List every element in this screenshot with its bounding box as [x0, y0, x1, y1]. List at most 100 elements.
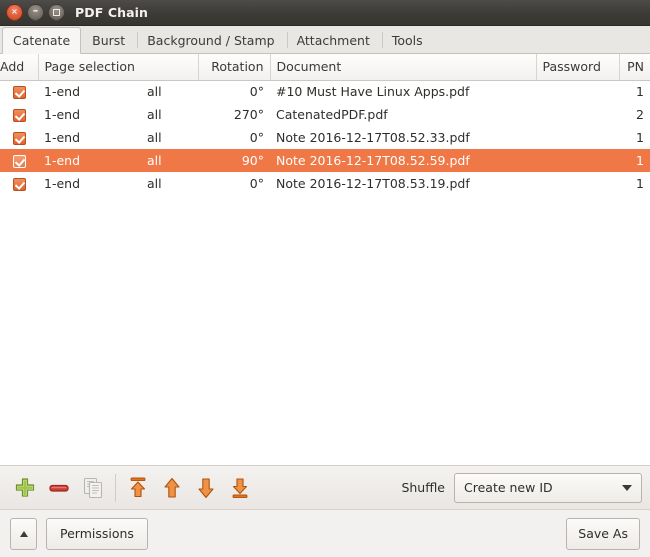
- cell-page-selection[interactable]: 1-end all: [38, 103, 198, 126]
- page-all-value: all: [147, 84, 162, 100]
- toolbar-separator: [115, 473, 116, 502]
- move-bottom-button[interactable]: [223, 471, 257, 505]
- cell-pn: 2: [636, 107, 644, 122]
- cell-add[interactable]: [0, 172, 38, 195]
- close-icon: ×: [11, 7, 18, 16]
- cell-pn: 1: [619, 149, 650, 172]
- move-down-button[interactable]: [189, 471, 223, 505]
- arrow-down-icon: [198, 477, 214, 498]
- document-table: Add Page selection Rotation Document Pas…: [0, 54, 650, 195]
- cell-rotation[interactable]: 0°: [198, 126, 270, 149]
- move-up-button[interactable]: [155, 471, 189, 505]
- save-as-button[interactable]: Save As: [566, 517, 640, 550]
- plus-icon: [15, 477, 35, 497]
- add-checkbox[interactable]: [12, 132, 26, 145]
- tab-label: Tools: [391, 32, 423, 48]
- tab-label: Burst: [92, 32, 126, 48]
- table-row-selected[interactable]: 1-end all 90° Note 2016-12-17T08.52.59.p…: [0, 149, 650, 172]
- column-header-password[interactable]: Password: [536, 54, 620, 81]
- tab-label: Catenate: [13, 33, 71, 48]
- cell-pn: 1: [636, 130, 644, 145]
- cell-document[interactable]: CatenatedPDF.pdf: [270, 103, 536, 126]
- window-controls: × –: [6, 4, 65, 21]
- cell-password[interactable]: [536, 103, 619, 126]
- add-checkbox[interactable]: [12, 155, 26, 168]
- cell-page-selection[interactable]: 1-end all: [38, 172, 198, 195]
- tab-attachment[interactable]: Attachment: [286, 26, 381, 53]
- caret-up-icon: [19, 530, 28, 537]
- minimize-button[interactable]: –: [27, 4, 44, 21]
- add-checkbox[interactable]: [12, 178, 26, 191]
- cell-rotation[interactable]: 270°: [198, 103, 270, 126]
- column-header-page[interactable]: Page selection: [38, 54, 199, 81]
- tab-background-stamp[interactable]: Background / Stamp: [136, 26, 285, 53]
- close-button[interactable]: ×: [6, 4, 23, 21]
- header-row: Add Page selection Rotation Document Pas…: [0, 54, 650, 81]
- column-header-rotation[interactable]: Rotation: [198, 54, 271, 81]
- arrow-up-icon: [164, 477, 180, 498]
- table-row[interactable]: 1-end all 0° Note 2016-12-17T08.53.19.pd…: [0, 172, 650, 195]
- tab-label: Background / Stamp: [147, 32, 275, 48]
- tab-burst[interactable]: Burst: [81, 26, 136, 53]
- add-file-button[interactable]: [8, 471, 42, 505]
- cell-password[interactable]: [536, 149, 619, 172]
- duplicate-pages-button[interactable]: [76, 471, 110, 505]
- go-bottom-icon: [232, 477, 248, 498]
- table-row[interactable]: 1-end all 0° #10 Must Have Linux Apps.pd…: [0, 80, 650, 103]
- page-selection-value: 1-end: [44, 153, 81, 168]
- page-selection-value: 1-end: [44, 130, 81, 145]
- remove-file-button[interactable]: [42, 471, 76, 505]
- cell-rotation[interactable]: 90°: [198, 149, 270, 172]
- copy-pages-icon: [83, 477, 103, 498]
- cell-document[interactable]: #10 Must Have Linux Apps.pdf: [270, 80, 536, 103]
- cell-document[interactable]: Note 2016-12-17T08.53.19.pdf: [270, 172, 536, 195]
- maximize-icon: [53, 9, 60, 16]
- cell-document[interactable]: Note 2016-12-17T08.52.59.pdf: [270, 149, 536, 172]
- window-title: PDF Chain: [75, 5, 149, 20]
- column-header-add[interactable]: Add: [0, 54, 39, 81]
- add-checkbox[interactable]: [12, 86, 26, 100]
- table-header: Add Page selection Rotation Document Pas…: [0, 54, 650, 81]
- tab-catenate[interactable]: Catenate: [2, 27, 82, 54]
- cell-rotation[interactable]: 0°: [198, 80, 270, 103]
- table-body: 1-end all 0° #10 Must Have Linux Apps.pd…: [0, 80, 650, 195]
- cell-add[interactable]: [0, 103, 38, 126]
- page-selection-value: 1-end: [44, 107, 81, 122]
- maximize-button[interactable]: [48, 4, 65, 21]
- page-all-value: all: [147, 130, 162, 145]
- title-bar: × – PDF Chain: [0, 0, 650, 26]
- save-as-label: Save As: [578, 526, 628, 541]
- tab-label: Attachment: [296, 32, 370, 48]
- cell-add[interactable]: [0, 126, 38, 149]
- cell-password[interactable]: [536, 80, 619, 103]
- document-list[interactable]: Add Page selection Rotation Document Pas…: [0, 54, 650, 466]
- table-row[interactable]: 1-end all 270° CatenatedPDF.pdf 2: [0, 103, 650, 126]
- tab-bar: Catenate Burst Background / Stamp Attach…: [0, 26, 650, 54]
- cell-document[interactable]: Note 2016-12-17T08.52.33.pdf: [270, 126, 536, 149]
- cell-add[interactable]: [0, 149, 38, 172]
- shuffle-label: Shuffle: [401, 480, 445, 495]
- chevron-down-icon: [622, 484, 632, 491]
- page-selection-value: 1-end: [44, 176, 81, 191]
- table-row[interactable]: 1-end all 0° Note 2016-12-17T08.52.33.pd…: [0, 126, 650, 149]
- minus-icon: [49, 484, 69, 492]
- tab-tools[interactable]: Tools: [381, 26, 434, 53]
- page-all-value: all: [147, 107, 162, 122]
- cell-rotation[interactable]: 0°: [198, 172, 270, 195]
- cell-password[interactable]: [536, 126, 619, 149]
- cell-add[interactable]: [0, 80, 38, 103]
- expander-toggle-button[interactable]: [10, 517, 37, 550]
- action-toolbar: Shuffle Create new ID: [0, 466, 650, 510]
- shuffle-id-dropdown[interactable]: Create new ID: [454, 472, 642, 503]
- add-checkbox[interactable]: [12, 109, 26, 122]
- cell-page-selection[interactable]: 1-end all: [38, 126, 198, 149]
- column-header-document[interactable]: Document: [270, 54, 537, 81]
- column-header-pn[interactable]: PN: [619, 54, 650, 81]
- move-top-button[interactable]: [121, 471, 155, 505]
- cell-password[interactable]: [536, 172, 619, 195]
- cell-page-selection[interactable]: 1-end all: [38, 149, 198, 172]
- cell-page-selection[interactable]: 1-end all: [38, 80, 198, 103]
- go-top-icon: [130, 477, 146, 497]
- page-all-value: all: [147, 153, 162, 168]
- permissions-button[interactable]: Permissions: [46, 517, 148, 550]
